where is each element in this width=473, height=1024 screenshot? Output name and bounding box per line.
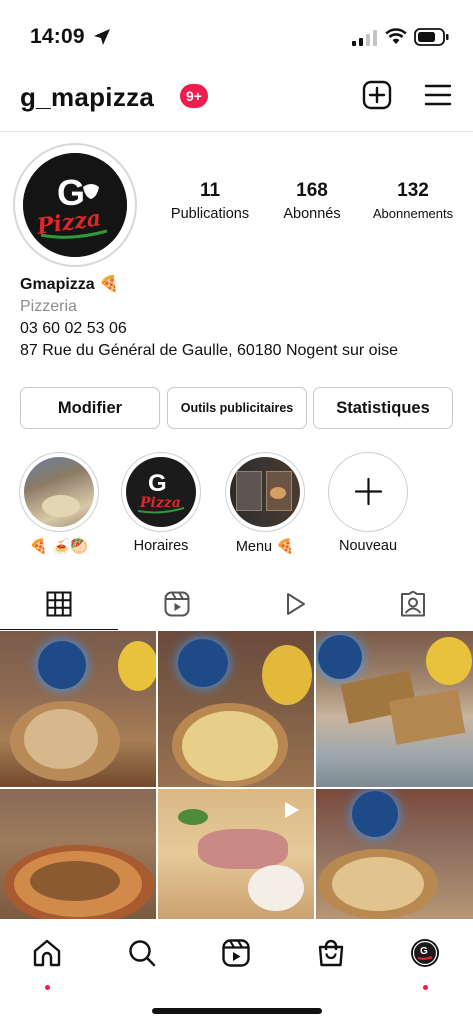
create-post-icon[interactable] (362, 80, 392, 110)
nav-reels[interactable] (216, 933, 256, 973)
highlight-menu[interactable]: Menu 🍕 (223, 452, 307, 555)
post-thumbnail[interactable] (0, 789, 156, 919)
profile-avatar-icon: G (411, 939, 439, 967)
cellular-signal-icon (352, 30, 377, 46)
home-notification-dot (45, 985, 50, 990)
notification-badge: 9+ (180, 84, 208, 108)
username-title[interactable]: g_mapizza (20, 82, 154, 113)
stat-followers[interactable]: 168 Abonnés (257, 180, 367, 222)
highlight-ring: G Pizza (121, 452, 201, 532)
profile-notification-dot (423, 985, 428, 990)
search-icon (129, 940, 156, 967)
plus-icon (354, 477, 382, 506)
home-icon (33, 939, 61, 967)
highlight-label: 🍕 🍝🥙 (29, 539, 89, 555)
svg-text:G: G (148, 470, 167, 497)
status-time: 14:09 (30, 25, 85, 48)
stat-following-label: Abonnements (372, 206, 454, 221)
nav-search[interactable] (122, 933, 162, 973)
highlight-label: Horaires (133, 538, 189, 554)
post-thumbnail[interactable] (316, 789, 473, 919)
svg-text:G: G (420, 946, 428, 957)
stat-following[interactable]: 132 Abonnements (358, 180, 468, 221)
svg-text:Pizza: Pizza (139, 495, 181, 511)
phone-number[interactable]: 03 60 02 53 06 (20, 320, 460, 342)
highlight-label: Nouveau (338, 538, 398, 554)
tab-videos[interactable] (236, 580, 354, 630)
nav-profile[interactable]: G (405, 933, 445, 990)
profile-tabs (0, 580, 473, 630)
category-label: Pizzeria (20, 298, 77, 315)
highlight-label: Menu 🍕 (235, 539, 295, 555)
statistics-button[interactable]: Statistiques (313, 387, 453, 429)
gmapizza-logo-icon: G Pizza (137, 470, 185, 514)
gmapizza-logo-icon: G Pizza (23, 153, 127, 257)
tab-grid[interactable] (0, 580, 118, 630)
posts-grid (0, 631, 473, 919)
tab-tagged[interactable] (354, 580, 472, 630)
avatar-logo: G Pizza (23, 153, 127, 257)
stat-posts-count: 11 (199, 180, 221, 201)
battery-icon (414, 28, 449, 46)
highlight-food-thumbnail (24, 457, 94, 527)
post-thumbnail[interactable] (158, 631, 314, 787)
stat-following-count: 132 (397, 180, 429, 201)
grid-icon (46, 591, 72, 617)
tagged-person-icon (401, 591, 425, 617)
highlight-food[interactable]: 🍕 🍝🥙 (17, 452, 101, 555)
wifi-icon (385, 28, 407, 44)
home-indicator (152, 1008, 322, 1014)
highlight-menu-thumbnail (230, 457, 300, 527)
play-icon (287, 593, 305, 615)
status-bar: 14:09 (0, 0, 473, 70)
highlight-ring (19, 452, 99, 532)
profile-bio: Gmapizza 🍕 Pizzeria 03 60 02 53 06 87 Ru… (20, 274, 460, 364)
ad-tools-button[interactable]: Outils publicitaires (167, 387, 307, 429)
tab-reels[interactable] (118, 580, 236, 630)
reels-icon (222, 939, 250, 967)
nav-shop[interactable] (311, 933, 351, 973)
edit-profile-button[interactable]: Modifier (20, 387, 160, 429)
highlight-new[interactable]: Nouveau (326, 452, 410, 554)
highlight-horaires-thumbnail: G Pizza (126, 457, 196, 527)
profile-header: g_mapizza 9+ (0, 70, 473, 132)
stat-followers-count: 168 (296, 180, 328, 201)
hamburger-menu-icon[interactable] (424, 82, 452, 108)
display-name: Gmapizza 🍕 (20, 276, 120, 293)
shopping-bag-icon (318, 939, 344, 967)
highlight-horaires[interactable]: G Pizza Horaires (119, 452, 203, 554)
nav-home[interactable] (27, 933, 67, 990)
highlight-ring (225, 452, 305, 532)
address-line[interactable]: 87 Rue du Général de Gaulle, 60180 Nogen… (20, 342, 460, 364)
reels-icon (164, 591, 190, 617)
stat-followers-label: Abonnés (283, 206, 341, 222)
new-highlight-ring (328, 452, 408, 532)
post-thumbnail[interactable] (158, 789, 314, 919)
stat-posts[interactable]: 11 Publications (155, 180, 265, 222)
profile-avatar[interactable]: G Pizza (13, 143, 137, 267)
stat-posts-label: Publications (170, 206, 250, 222)
reel-badge-icon (285, 802, 299, 818)
post-thumbnail[interactable] (0, 631, 156, 787)
post-thumbnail[interactable] (316, 631, 473, 787)
location-arrow-icon (94, 29, 110, 45)
